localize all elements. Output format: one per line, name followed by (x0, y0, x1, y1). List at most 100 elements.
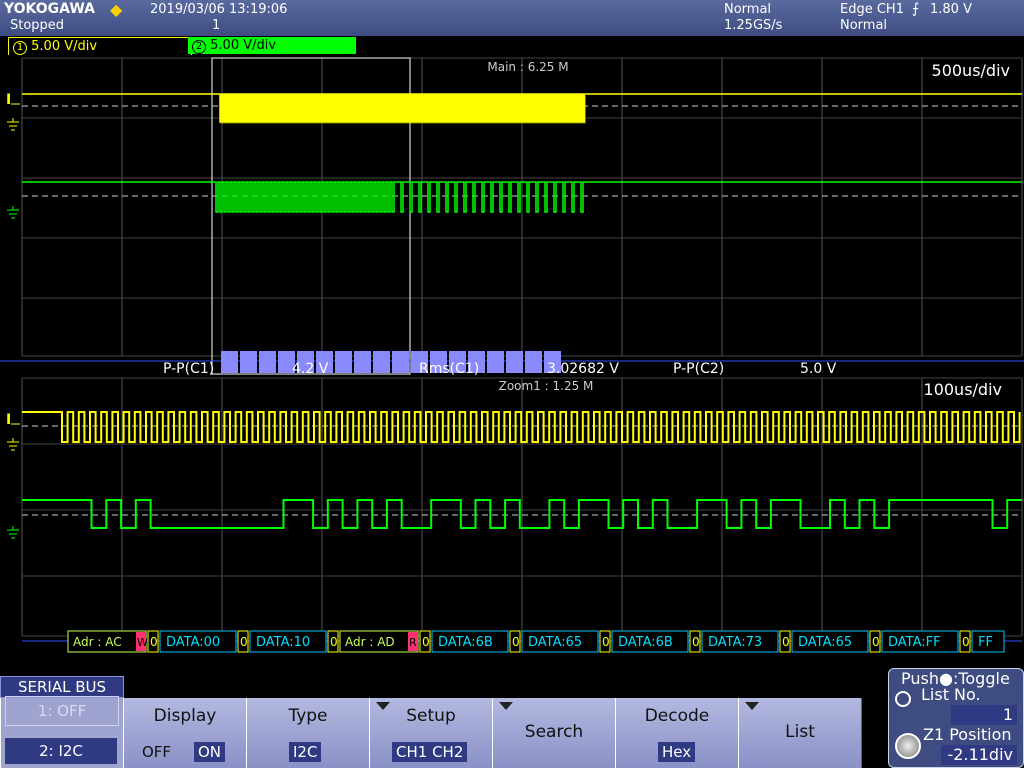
decode-data-cell: DATA:65 (791, 630, 869, 653)
decode-ack-cell: 0 (419, 630, 431, 653)
zoom-record-label: Zoom1 : 1.25 M (499, 379, 594, 393)
decode-overview-block (487, 351, 504, 373)
measure-name-3: P-P(C2) (673, 361, 724, 377)
decode-data-text: DATA:10 (256, 635, 310, 650)
svg-text:I: I (6, 412, 11, 428)
decode-ack-text: 0 (872, 635, 880, 649)
ch1-number-icon: 1 (13, 41, 27, 55)
decode-rw-flag: R (409, 636, 417, 649)
acquisition-status: Stopped (10, 18, 65, 33)
decode-data-cell: DATA:73 (701, 630, 779, 653)
trigger-level: 1.80 V (930, 2, 972, 17)
measure-name-2: Rms(C1) (419, 361, 479, 377)
brand-diamond-icon: ◆ (110, 0, 123, 19)
menu-title: SERIAL BUS (0, 676, 124, 698)
decode-data-cell: DATA:00 (159, 630, 237, 653)
measure-value-1: 4.2 V (292, 361, 329, 377)
decode-data-cell: DATA:6B (431, 630, 509, 653)
search-label: Search (524, 722, 584, 742)
position-label: Z1 Position (923, 725, 1012, 744)
decode-rw-flag: W (137, 636, 148, 649)
ch2-scale: 5.00 V/div (210, 38, 277, 53)
trigger-type: Edge CH1 (840, 2, 904, 17)
decode-ack-cell: 0 (237, 630, 249, 653)
ch2-scale-box[interactable]: 2 5.00 V/div (188, 37, 356, 54)
decode-ack-text: 0 (962, 635, 970, 649)
measure-value-2: 3.02682 V (547, 361, 619, 377)
decode-ack-text: 0 (782, 635, 790, 649)
display-on-option[interactable]: ON (194, 742, 226, 762)
decode-overview-block (392, 351, 409, 373)
sample-rate: 1.25GS/s (724, 18, 783, 33)
list-key[interactable]: List (738, 698, 862, 768)
status-bar: YOKOGAWA ◆ Stopped 2019/03/06 13:19:06 1… (0, 0, 1024, 36)
type-key[interactable]: Type I2C (246, 698, 370, 768)
decode-data-cell: DATA:FF (881, 630, 959, 653)
decode-address-text: Adr : AC (73, 635, 122, 649)
datetime: 2019/03/06 13:19:06 (150, 2, 288, 17)
search-key[interactable]: Search (492, 698, 616, 768)
waveform-display: Main : 6.25 M 500us/div I P-P(C1) 4.2 V … (0, 55, 1024, 672)
setup-value: CH1 CH2 (392, 742, 468, 762)
decode-ack-cell: 0 (689, 630, 701, 653)
decode-ack-cell: 0 (599, 630, 611, 653)
decode-ack-text: 0 (692, 635, 700, 649)
decode-overview-block (240, 351, 257, 373)
decode-overview-block (525, 351, 542, 373)
decode-data-text: DATA:6B (618, 635, 673, 650)
type-value: I2C (289, 742, 322, 762)
bus-1-off-option[interactable]: 1: OFF (5, 696, 119, 726)
svg-text:I: I (6, 92, 11, 108)
decode-ack-text: 0 (512, 635, 520, 649)
decode-overview-block (259, 351, 276, 373)
bus-2-i2c-option[interactable]: 2: I2C (5, 738, 117, 764)
ch2-number-icon: 2 (192, 40, 206, 54)
decode-addr-cell: Adr : AC W (67, 630, 148, 653)
decode-overview-block (335, 351, 352, 373)
decode-address-text: Adr : AD (345, 635, 395, 649)
decode-ack-cell: 0 (147, 630, 159, 653)
display-label: Display (153, 706, 217, 726)
list-no-value[interactable]: 1 (951, 705, 1017, 725)
setup-label: Setup (406, 706, 456, 726)
acquisition-count: 1 (212, 18, 221, 33)
rising-edge-icon: ⨍ (912, 1, 920, 17)
decode-overview-block (221, 351, 238, 373)
zoom-timebase: 100us/div (924, 380, 1002, 399)
knob-panel: Push●:Toggle List No. 1 Z1 Position -2.1… (888, 668, 1024, 768)
softkey-menu: SERIAL BUS 1: OFF 2: I2C Display OFF ON … (0, 668, 1024, 768)
decode-ack-cell: 0 (509, 630, 521, 653)
position-value[interactable]: -2.11div (941, 745, 1017, 765)
decode-data-cell: DATA:65 (521, 630, 599, 653)
decode-label: Decode (644, 706, 710, 726)
type-label: Type (288, 706, 328, 726)
decode-data-text: DATA:00 (166, 635, 220, 650)
ch1-scale-box[interactable]: 1 5.00 V/div (8, 37, 192, 56)
measure-value-3: 5.0 V (800, 361, 837, 377)
setup-key[interactable]: Setup CH1 CH2 (369, 698, 493, 768)
decode-addr-cell: Adr : AD R (339, 630, 419, 653)
main-timebase: 500us/div (932, 61, 1010, 80)
main-record-label: Main : 6.25 M (487, 60, 568, 74)
display-key[interactable]: Display OFF ON (123, 698, 247, 768)
decode-data-cell: DATA:10 (249, 630, 327, 653)
decode-overview-block (354, 351, 371, 373)
decode-ack-text: 0 (602, 635, 610, 649)
knob-large-icon (895, 733, 921, 759)
list-no-label: List No. (921, 685, 981, 704)
decode-data-text: DATA:FF (888, 635, 941, 650)
i2c-decode-row: Adr : AC W 0 DATA:00 0 DATA:10 0 Adr : AD R 0 DATA… (67, 630, 1005, 653)
decode-data-text: DATA:6B (438, 635, 493, 650)
channel-bar: 1 5.00 V/div 2 5.00 V/div (0, 37, 1024, 56)
bus-select-key[interactable]: 1: OFF 2: I2C (0, 696, 124, 768)
decode-ack-cell: 0 (327, 630, 339, 653)
brand-logo: YOKOGAWA (4, 1, 96, 17)
submenu-arrow-icon (745, 702, 759, 710)
decode-ack-text: 0 (330, 635, 338, 649)
display-off-option[interactable]: OFF (138, 742, 175, 762)
list-label: List (785, 722, 815, 742)
decode-key[interactable]: Decode Hex (615, 698, 739, 768)
decode-ack-cell: 0 (779, 630, 791, 653)
main-ch1-burst-fill (220, 96, 586, 124)
decode-ack-text: 0 (240, 635, 248, 649)
